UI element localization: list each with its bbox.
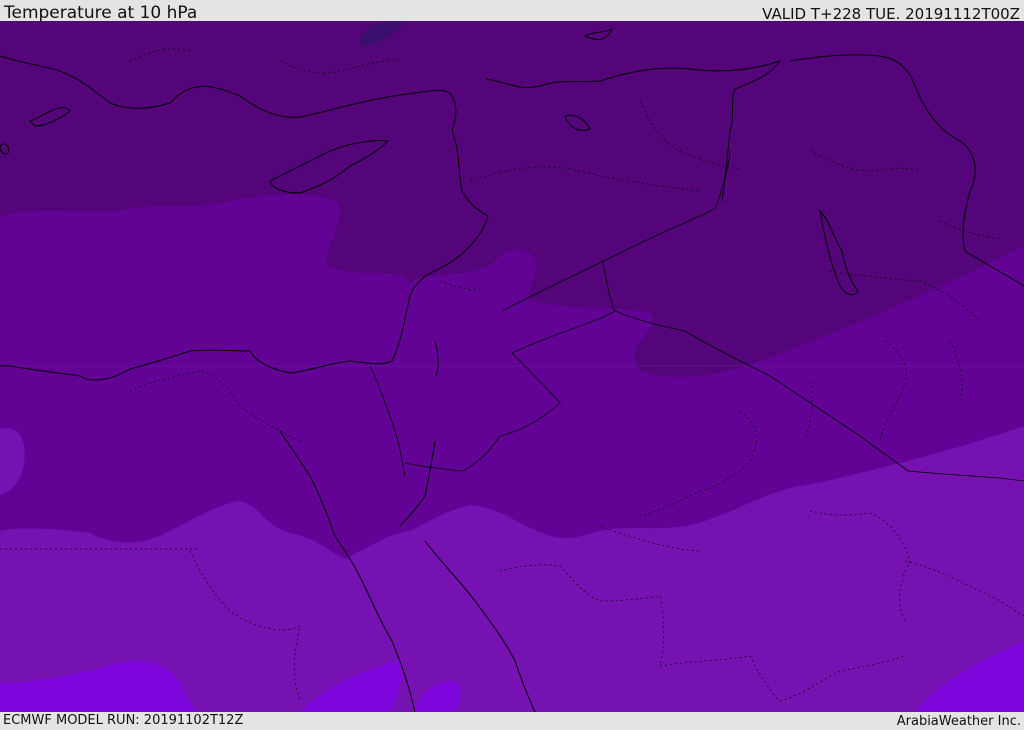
temperature-map[interactable] bbox=[0, 21, 1024, 712]
footer-bar: ECMWF MODEL RUN: 20191102T12Z ArabiaWeat… bbox=[0, 712, 1024, 729]
model-run-label: ECMWF MODEL RUN: 20191102T12Z bbox=[3, 713, 244, 728]
map-canvas bbox=[0, 21, 1024, 712]
credit-label: ArabiaWeather Inc. bbox=[896, 714, 1021, 729]
header-bar: Temperature at 10 hPa VALID T+228 TUE. 2… bbox=[0, 0, 1024, 23]
